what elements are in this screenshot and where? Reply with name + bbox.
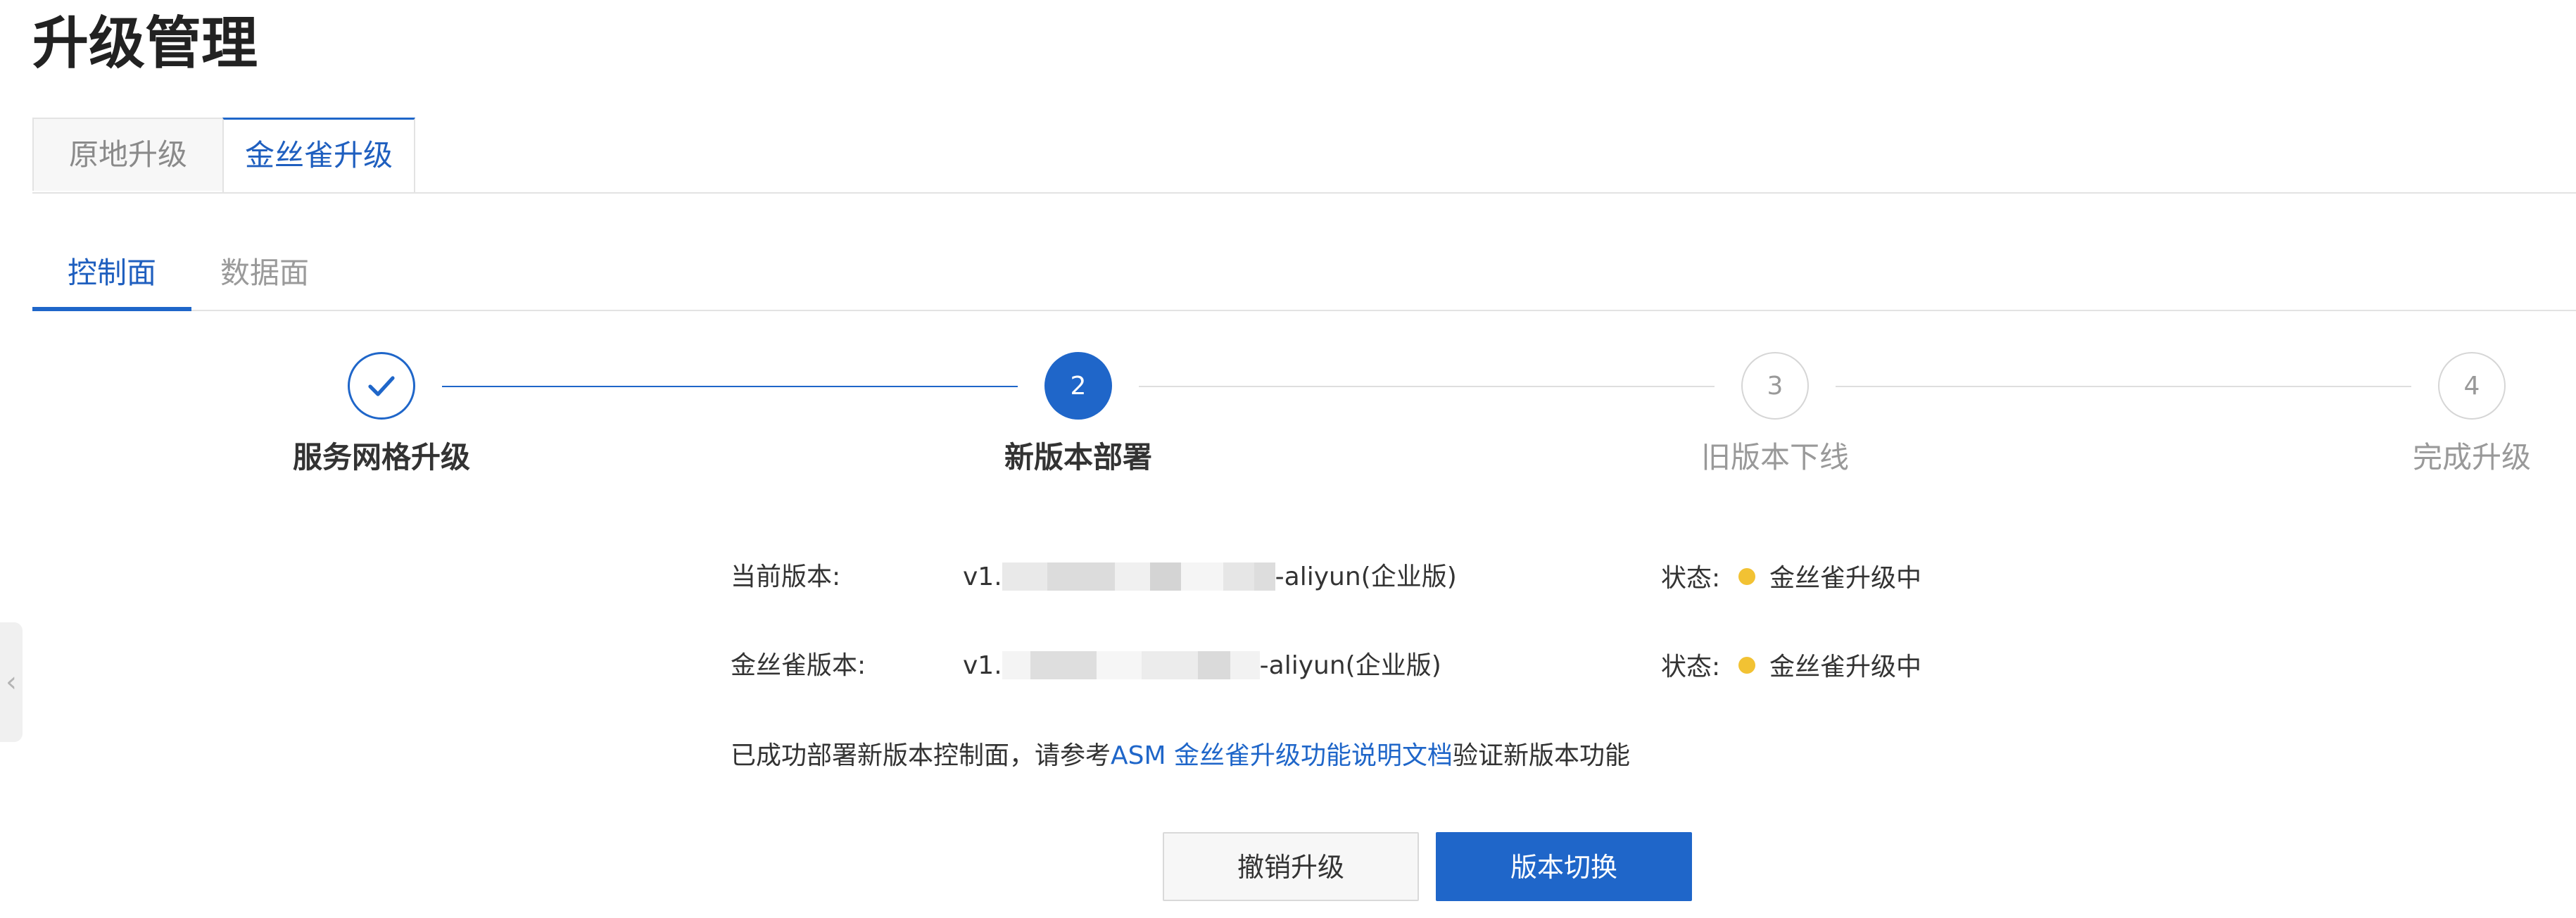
tab-control-plane[interactable]: 控制面 <box>32 238 191 311</box>
tab-data-plane[interactable]: 数据面 <box>201 238 328 310</box>
step-2-label: 新版本部署 <box>1004 440 1152 474</box>
switch-version-button[interactable]: 版本切换 <box>1436 832 1692 901</box>
message-text: 已成功部署新版本控制面，请参考 <box>731 741 1111 770</box>
step-1-label: 服务网格升级 <box>292 440 470 474</box>
version-suffix: -aliyun(企业版) <box>1275 562 1457 591</box>
step-2-indicator: 2 <box>1044 352 1112 420</box>
canary-version-value: v1. -aliyun(企业版) <box>963 649 1441 683</box>
step-connector <box>1836 386 2411 387</box>
version-suffix: -aliyun(企业版) <box>1259 651 1441 680</box>
version-prefix: v1. <box>963 651 1002 680</box>
sidebar-collapse-handle[interactable]: ‹ <box>0 622 23 742</box>
chevron-left-icon: ‹ <box>6 666 17 698</box>
canary-status-label: 状态: <box>1661 653 1721 681</box>
tab-canary-upgrade[interactable]: 金丝雀升级 <box>222 118 415 192</box>
message-text-end: 验证新版本功能 <box>1453 741 1631 770</box>
current-version-label: 当前版本: <box>731 562 841 591</box>
step-3-indicator: 3 <box>1741 352 1809 420</box>
cancel-upgrade-button[interactable]: 撤销升级 <box>1163 832 1419 901</box>
tab-in-place-upgrade[interactable]: 原地升级 <box>32 118 224 191</box>
step-4-label: 完成升级 <box>2412 440 2531 474</box>
canary-status-text: 金丝雀升级中 <box>1769 653 1922 681</box>
version-prefix: v1. <box>963 562 1002 591</box>
step-3-label: 旧版本下线 <box>1700 440 1849 474</box>
current-version-value: v1. -aliyun(企业版) <box>963 560 1457 594</box>
canary-version-label: 金丝雀版本: <box>731 651 866 680</box>
status-dot-icon <box>1738 568 1755 585</box>
current-status-label: 状态: <box>1661 564 1721 593</box>
current-status: 金丝雀升级中 <box>1738 562 1921 596</box>
step-1-indicator <box>348 352 415 420</box>
asm-canary-doc-link[interactable]: ASM 金丝雀升级功能说明文档 <box>1111 741 1453 770</box>
step-connector-done <box>442 386 1018 387</box>
current-status-text: 金丝雀升级中 <box>1769 564 1922 593</box>
status-dot-icon <box>1738 657 1755 674</box>
deploy-message: 已成功部署新版本控制面，请参考ASM 金丝雀升级功能说明文档验证新版本功能 <box>731 739 1630 773</box>
step-connector <box>1139 386 1715 387</box>
upgrade-type-tabs: 原地升级 金丝雀升级 <box>32 118 2576 194</box>
step-4-indicator: 4 <box>2438 352 2506 420</box>
plane-tabs: 控制面 数据面 <box>32 238 2576 311</box>
canary-status: 金丝雀升级中 <box>1738 650 1921 684</box>
page-title: 升级管理 <box>32 11 258 76</box>
check-icon <box>368 376 395 396</box>
